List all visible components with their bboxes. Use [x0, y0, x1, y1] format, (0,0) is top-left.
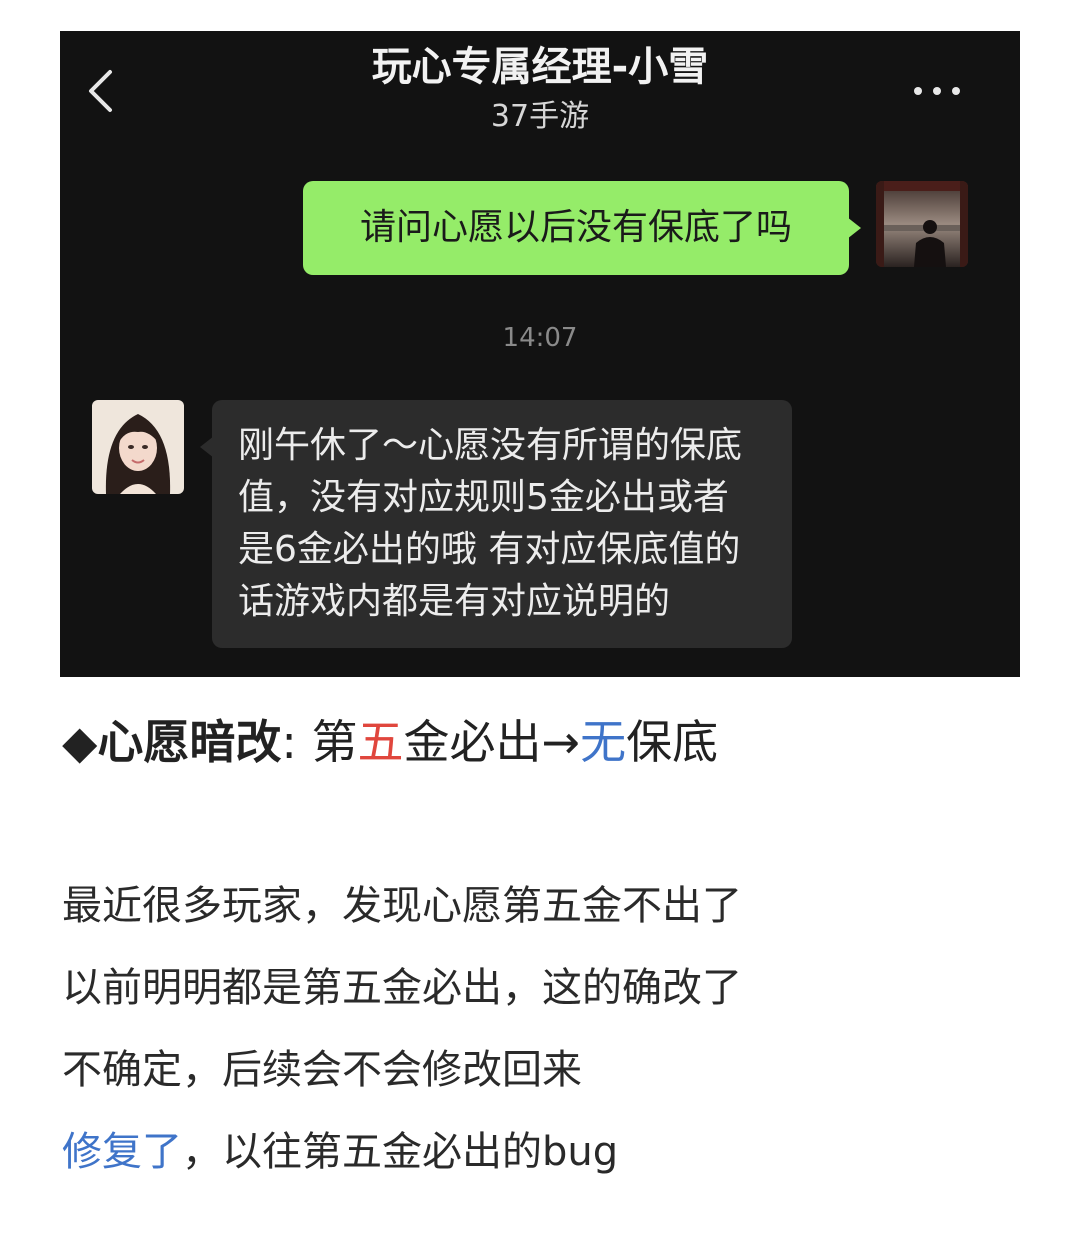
incoming-message-line: 刚午休了～心愿没有所谓的保底	[238, 425, 743, 466]
chat-header: 玩心专属经理-小雪 37手游	[60, 41, 1020, 137]
incoming-message-line: 话游戏内都是有对应说明的	[238, 581, 671, 622]
body-line-last: 修复了，以往第五金必出的bug	[62, 1122, 742, 1204]
self-avatar[interactable]	[876, 181, 968, 267]
body-line: 以前明明都是第五金必出，这的确改了	[62, 965, 742, 1011]
body-line-rest: ，以往第五金必出的bug	[182, 1129, 619, 1175]
agent-avatar[interactable]	[92, 400, 184, 494]
message-timestamp: 14:07	[502, 323, 578, 353]
heading-bullet: ◆	[62, 715, 98, 769]
article-body: 最近很多玩家，发现心愿第五金不出了 以前明明都是第五金必出，这的确改了 不确定，…	[62, 876, 742, 1204]
heading-text: 保底	[626, 715, 719, 769]
heading-title: 心愿暗改	[97, 715, 282, 769]
heading-text: 金必出→	[403, 715, 581, 769]
body-line: 不确定，后续会不会修改回来	[62, 1047, 582, 1093]
chat-title: 玩心专属经理-小雪	[371, 44, 709, 90]
body-highlight-blue: 修复了	[62, 1129, 182, 1175]
more-dots-icon[interactable]	[914, 81, 960, 101]
heading-text: 第	[311, 715, 358, 769]
chat-screenshot: 玩心专属经理-小雪 37手游 请问心愿以后没有保底了吗 14:07 刚午休了～心…	[60, 31, 1020, 677]
outgoing-message: 请问心愿以后没有保底了吗	[303, 181, 861, 275]
incoming-message-line: 值，没有对应规则5金必出或者	[238, 477, 729, 518]
incoming-message-line: 是6金必出的哦 有对应保底值的	[238, 529, 741, 570]
chat-subtitle: 37手游	[490, 99, 590, 134]
body-line: 最近很多玩家，发现心愿第五金不出了	[62, 883, 742, 929]
article-heading: ◆心愿暗改: 第五金必出→无保底	[62, 710, 718, 774]
heading-highlight-blue: 无	[580, 715, 627, 769]
heading-colon: :	[281, 715, 297, 769]
incoming-message: 刚午休了～心愿没有所谓的保底 值，没有对应规则5金必出或者 是6金必出的哦 有对…	[200, 400, 792, 648]
heading-highlight-red: 五	[357, 715, 404, 769]
